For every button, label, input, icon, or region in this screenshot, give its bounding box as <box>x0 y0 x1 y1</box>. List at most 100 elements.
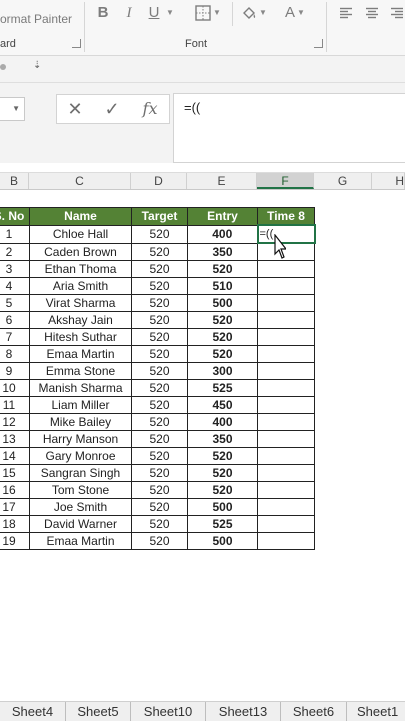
cell-s-no[interactable]: 2 <box>0 242 30 261</box>
cell-target[interactable]: 520 <box>131 413 188 431</box>
cell-name[interactable]: Harry Manson <box>29 430 132 448</box>
cell-target[interactable]: 520 <box>131 311 188 329</box>
column-header-e[interactable]: E <box>187 173 257 189</box>
cell-time[interactable] <box>257 481 315 499</box>
cell-target[interactable]: 520 <box>131 532 188 550</box>
cell-entry[interactable]: 500 <box>187 294 258 312</box>
cell-s-no[interactable]: 16 <box>0 481 30 499</box>
cell-name[interactable]: Tom Stone <box>29 481 132 499</box>
align-center-button[interactable] <box>362 3 382 23</box>
cell-time[interactable] <box>257 515 315 533</box>
cell-s-no[interactable]: 10 <box>0 379 30 397</box>
cell-s-no[interactable]: 19 <box>0 532 30 550</box>
cell-time[interactable] <box>257 464 315 482</box>
cell-name[interactable]: David Warner <box>29 515 132 533</box>
cell-entry[interactable]: 400 <box>187 224 258 244</box>
bold-button[interactable]: B <box>96 3 110 23</box>
cell-entry[interactable]: 520 <box>187 447 258 465</box>
header-name[interactable]: Name <box>29 207 132 226</box>
cell-name[interactable]: Hitesh Suthar <box>29 328 132 346</box>
clipboard-launcher-icon[interactable] <box>72 39 81 48</box>
align-right-button[interactable] <box>388 3 405 23</box>
cell-s-no[interactable]: 3 <box>0 260 30 278</box>
enter-icon[interactable]: ✓ <box>97 97 127 121</box>
cell-name[interactable]: Ethan Thoma <box>29 260 132 278</box>
cell-name[interactable]: Emaa Martin <box>29 532 132 550</box>
cell-s-no[interactable]: 5 <box>0 294 30 312</box>
cell-entry[interactable]: 520 <box>187 464 258 482</box>
cell-target[interactable]: 520 <box>131 464 188 482</box>
insert-function-button[interactable]: fx <box>135 97 165 121</box>
active-cell[interactable]: =(( <box>256 224 316 244</box>
cell-name[interactable]: Liam Miller <box>29 396 132 414</box>
cell-target[interactable]: 520 <box>131 242 188 261</box>
column-header-c[interactable]: C <box>29 173 131 189</box>
cell-target[interactable]: 520 <box>131 277 188 295</box>
cell-entry[interactable]: 520 <box>187 311 258 329</box>
cell-entry[interactable]: 525 <box>187 515 258 533</box>
column-header-b[interactable]: B <box>0 173 29 189</box>
cell-entry[interactable]: 350 <box>187 242 258 261</box>
sheet-tab[interactable]: Sheet5 <box>66 702 131 721</box>
sheet-tab[interactable]: Sheet1 <box>347 702 405 721</box>
cell-name[interactable]: Chloe Hall <box>29 224 132 244</box>
cell-target[interactable]: 520 <box>131 481 188 499</box>
cell-time[interactable] <box>257 413 315 431</box>
cell-target[interactable]: 520 <box>131 224 188 244</box>
cell-s-no[interactable]: 1 <box>0 224 30 244</box>
cell-target[interactable]: 520 <box>131 396 188 414</box>
cell-time[interactable] <box>257 242 315 261</box>
cell-s-no[interactable]: 13 <box>0 430 30 448</box>
cell-time[interactable] <box>257 345 315 363</box>
cell-s-no[interactable]: 12 <box>0 413 30 431</box>
cell-s-no[interactable]: 14 <box>0 447 30 465</box>
chevron-down-icon[interactable]: ▼ <box>12 104 20 113</box>
cell-target[interactable]: 520 <box>131 447 188 465</box>
cell-entry[interactable]: 350 <box>187 430 258 448</box>
cell-s-no[interactable]: 17 <box>0 498 30 516</box>
column-header-d[interactable]: D <box>131 173 187 189</box>
cell-time[interactable] <box>257 311 315 329</box>
column-header-h[interactable]: H <box>372 173 405 189</box>
format-painter-button[interactable]: ormat Painter <box>0 12 72 26</box>
font-launcher-icon[interactable] <box>314 39 323 48</box>
cell-time[interactable] <box>257 328 315 346</box>
cell-s-no[interactable]: 9 <box>0 362 30 380</box>
cell-name[interactable]: Akshay Jain <box>29 311 132 329</box>
cell-time[interactable] <box>257 277 315 295</box>
cell-name[interactable]: Sangran Singh <box>29 464 132 482</box>
cell-s-no[interactable]: 8 <box>0 345 30 363</box>
cell-name[interactable]: Emma Stone <box>29 362 132 380</box>
cell-entry[interactable]: 500 <box>187 532 258 550</box>
cell-target[interactable]: 520 <box>131 362 188 380</box>
cell-s-no[interactable]: 11 <box>0 396 30 414</box>
cell-s-no[interactable]: 7 <box>0 328 30 346</box>
cell-time[interactable] <box>257 498 315 516</box>
cell-target[interactable]: 520 <box>131 328 188 346</box>
cell-target[interactable]: 520 <box>131 515 188 533</box>
cell-s-no[interactable]: 15 <box>0 464 30 482</box>
underline-dropdown[interactable]: ▼ <box>164 3 174 23</box>
sheet-tab[interactable]: Sheet4 <box>0 702 66 721</box>
cell-target[interactable]: 520 <box>131 294 188 312</box>
cell-time[interactable] <box>257 430 315 448</box>
column-header-f[interactable]: F <box>257 173 314 189</box>
cell-name[interactable]: Caden Brown <box>29 242 132 261</box>
cancel-icon[interactable]: ✕ <box>60 97 90 121</box>
cell-entry[interactable]: 510 <box>187 277 258 295</box>
cell-entry[interactable]: 400 <box>187 413 258 431</box>
cell-time[interactable] <box>257 260 315 278</box>
cell-entry[interactable]: 300 <box>187 362 258 380</box>
customize-quick-access-icon[interactable]: ⇣ <box>33 60 41 71</box>
cell-entry[interactable]: 525 <box>187 379 258 397</box>
cell-name[interactable]: Virat Sharma <box>29 294 132 312</box>
cell-entry[interactable]: 500 <box>187 498 258 516</box>
cell-time[interactable] <box>257 362 315 380</box>
cell-target[interactable]: 520 <box>131 260 188 278</box>
align-left-button[interactable] <box>336 3 356 23</box>
cell-name[interactable]: Mike Bailey <box>29 413 132 431</box>
fill-color-button[interactable]: ▼ <box>240 3 268 23</box>
header-time[interactable]: Time 8 <box>257 207 315 226</box>
underline-button[interactable]: U <box>146 3 162 23</box>
font-color-button[interactable]: A ▼ <box>282 3 308 23</box>
